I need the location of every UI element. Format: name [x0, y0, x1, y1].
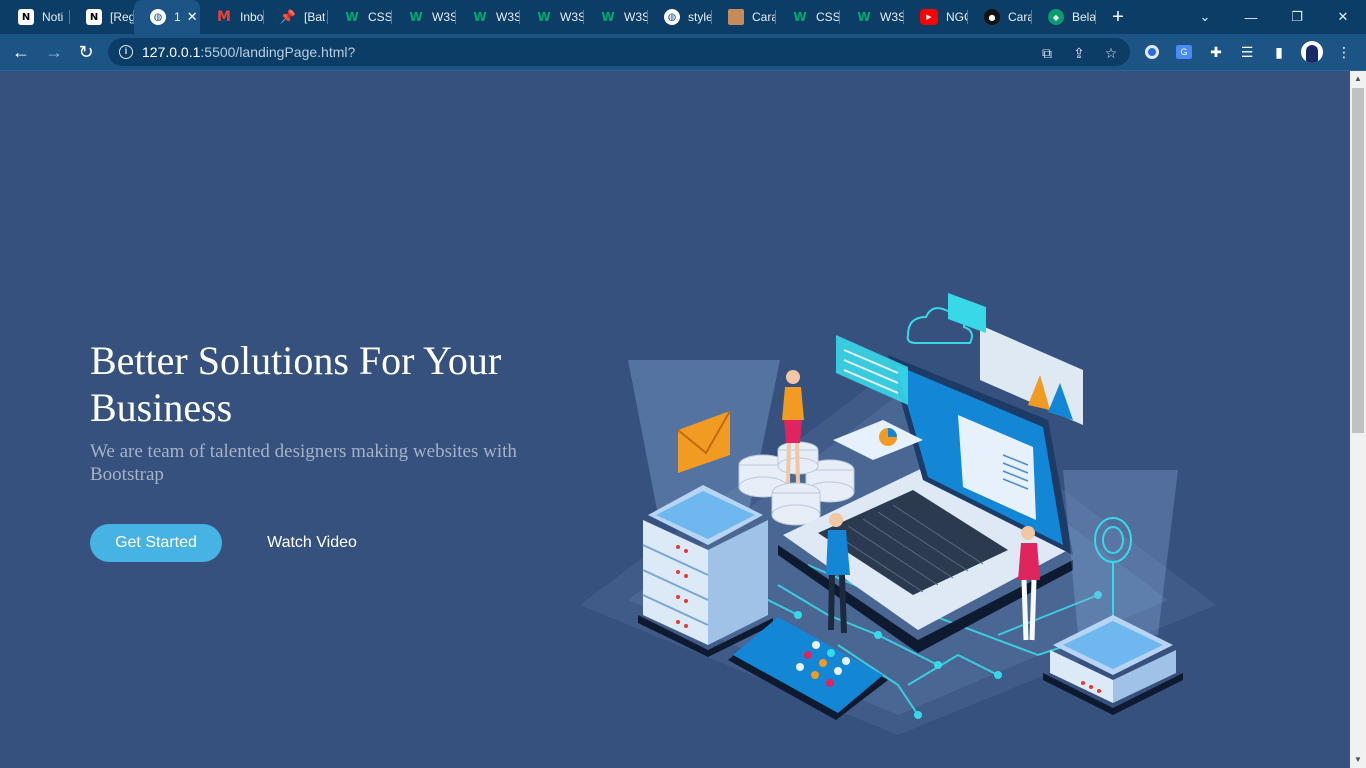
restore-button[interactable]: ❐ [1274, 0, 1320, 34]
tab-title: NGC [946, 10, 968, 24]
hero-illustration [580, 293, 1216, 735]
close-tab-icon[interactable]: ✕ [187, 9, 198, 25]
tab-notion-1[interactable]: N Noti [0, 0, 70, 34]
w3schools-icon: W [409, 10, 423, 24]
reload-icon[interactable]: ↻ [72, 38, 100, 66]
notion-icon: N [86, 9, 102, 25]
tab-title: 1 [174, 10, 181, 24]
w3schools-icon: W [345, 10, 359, 24]
tab-w3s[interactable]: W CSS [328, 0, 392, 34]
tab-title: W3S [496, 10, 520, 24]
w3schools-icon: W [537, 10, 551, 24]
tab-github[interactable]: ● Cara [968, 0, 1032, 34]
tab-search-icon[interactable]: ⌄ [1182, 0, 1228, 34]
url-text[interactable]: 127.0.0.1:5500/landingPage.html? [142, 44, 355, 60]
tab-title: Cara [752, 10, 776, 24]
tab-title: Bela [1072, 10, 1096, 24]
tab-title: W3S [432, 10, 456, 24]
tab-belajar[interactable]: ◆ Bela [1032, 0, 1096, 34]
tab-youtube[interactable]: ▶ NGC [904, 0, 968, 34]
tab-title: style [688, 10, 712, 24]
url-host: 127.0.0.1 [142, 44, 201, 60]
notion-icon: N [18, 9, 34, 25]
page-viewport: Better Solutions For Your Business We ar… [0, 71, 1350, 768]
tab-title: Cara [1008, 10, 1032, 24]
tab-title: [Bat [304, 10, 326, 24]
new-tab-button[interactable]: + [1102, 0, 1134, 34]
menu-kebab-icon[interactable]: ⋮ [1334, 42, 1354, 62]
w3schools-icon: W [793, 10, 807, 24]
tab-active-localhost[interactable]: ◍ 1 ✕ [134, 0, 200, 34]
scroll-down-arrow-icon[interactable]: ▼ [1350, 752, 1366, 768]
bookmark-star-icon[interactable]: ☆ [1102, 44, 1120, 62]
browser-toolbar: ← → ↻ i 127.0.0.1:5500/landingPage.html?… [0, 34, 1366, 71]
tab-title: W3S [560, 10, 584, 24]
url-path: :5500/landingPage.html? [200, 44, 356, 60]
tab-w3s[interactable]: W W3S [584, 0, 648, 34]
extension-circle-icon[interactable] [1142, 42, 1162, 62]
tab-title: W3S [624, 10, 648, 24]
tab-w3s[interactable]: W W3S [392, 0, 456, 34]
tab-title: CSS [368, 10, 392, 24]
tab-w3s[interactable]: W W3S [840, 0, 904, 34]
tab-title: CSS [816, 10, 840, 24]
tab-notion-2[interactable]: N [Reg [70, 0, 134, 34]
google-translate-extension-icon[interactable]: G [1174, 42, 1194, 62]
avatar-icon [728, 9, 744, 25]
share-icon[interactable]: ⇪ [1070, 44, 1088, 62]
tab-title: Noti [42, 10, 64, 24]
site-info-icon[interactable]: i [119, 45, 133, 59]
side-panel-icon[interactable]: ▮ [1269, 42, 1289, 62]
tab-title: Inbo [240, 10, 264, 24]
scrollbar-thumb[interactable] [1352, 88, 1364, 433]
tab-w3s[interactable]: W W3S [456, 0, 520, 34]
tab-strip: N Noti N [Reg ◍ 1 ✕ M Inbo 📌 [Bat W CSS … [0, 0, 1366, 34]
youtube-icon: ▶ [920, 9, 938, 25]
puzzle-extensions-icon[interactable]: ✚ [1206, 42, 1226, 62]
profile-avatar[interactable] [1301, 41, 1323, 63]
page-scrollbar[interactable]: ▲ ▼ [1350, 71, 1366, 768]
scroll-up-arrow-icon[interactable]: ▲ [1350, 71, 1366, 87]
tab-w3s[interactable]: W W3S [520, 0, 584, 34]
tab-cara[interactable]: Cara [712, 0, 776, 34]
watch-video-link[interactable]: Watch Video [252, 524, 372, 562]
tab-gmail[interactable]: M Inbo [200, 0, 264, 34]
w3schools-icon: W [601, 10, 615, 24]
hero-subtitle: We are team of talented designers making… [90, 441, 517, 485]
back-arrow-icon[interactable]: ← [7, 38, 35, 66]
tab-style[interactable]: ◍ style [648, 0, 712, 34]
globe-icon: ◍ [664, 9, 680, 25]
w3schools-icon: W [857, 10, 871, 24]
belajar-icon: ◆ [1048, 9, 1064, 25]
media-control-icon[interactable]: ☰ [1237, 42, 1257, 62]
tab-w3s[interactable]: W CSS [776, 0, 840, 34]
minimize-button[interactable]: — [1228, 0, 1274, 34]
forward-arrow-icon[interactable]: → [40, 38, 68, 66]
get-started-button[interactable]: Get Started [90, 524, 222, 562]
pin-icon: 📌 [279, 9, 297, 25]
close-window-button[interactable]: ✕ [1320, 0, 1366, 34]
tab-pinned[interactable]: 📌 [Bat [264, 0, 328, 34]
tab-title: [Reg [110, 10, 134, 24]
tab-title: W3S [880, 10, 904, 24]
hero-title: Better Solutions For Your Business [90, 338, 502, 430]
address-bar[interactable]: i 127.0.0.1:5500/landingPage.html? ⧉ ⇪ ☆ [108, 38, 1130, 66]
translate-icon[interactable]: ⧉ [1038, 44, 1056, 62]
gmail-icon: M [217, 9, 231, 25]
w3schools-icon: W [473, 10, 487, 24]
server-stack-left [638, 485, 773, 657]
github-icon: ● [984, 9, 1000, 25]
globe-icon: ◍ [150, 9, 166, 25]
